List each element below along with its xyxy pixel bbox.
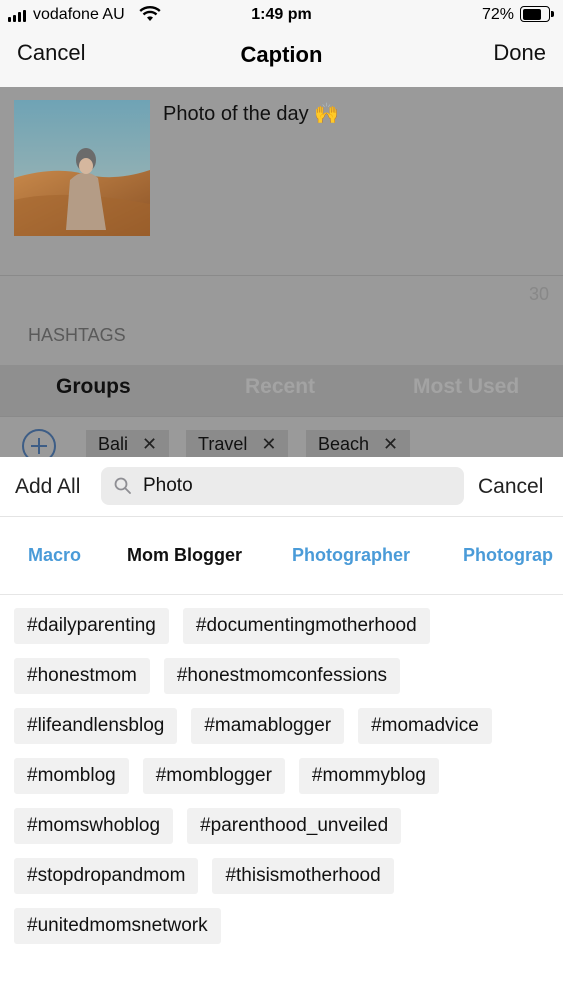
tab-photography[interactable]: Photograp [463,545,553,566]
hashtag-chip[interactable]: #lifeandlensblog [14,708,178,744]
hashtag-chip[interactable]: #momblogger [142,758,285,794]
caption-screen: vodafone AU 1:49 pm 72% Cancel Caption D… [0,0,563,1000]
status-bar: vodafone AU 1:49 pm 72% [0,0,563,30]
hashtag-chip[interactable]: #momadvice [358,708,492,744]
hashtag-chip[interactable]: #honestmomconfessions [163,658,401,694]
search-field[interactable] [101,467,464,505]
hashtag-chip[interactable]: #parenthood_unveiled [187,808,402,844]
tab-mom-blogger[interactable]: Mom Blogger [127,545,242,566]
battery-icon [520,6,554,22]
close-icon[interactable]: ✕ [142,434,157,454]
hashtag-list: #dailyparenting #documentingmotherhood #ho… [14,608,554,958]
character-count: 30 [528,284,549,304]
hashtag-search-bar: Add All Cancel [0,457,563,517]
hashtag-segment-control: Groups Recent Most Used [0,365,563,417]
hashtag-chip[interactable]: #mommyblog [298,758,439,794]
add-all-button[interactable]: Add All [15,475,80,499]
hashtag-chip[interactable]: #mamablogger [191,708,345,744]
tab-photographer[interactable]: Photographer [292,545,410,566]
dimmed-editor: Photo of the day 🙌 30 HASHTAGS Groups Re… [0,87,563,457]
hashtag-row: #unitedmomsnetwork [14,908,554,944]
group-chip-beach[interactable]: Beach ✕ [306,430,411,457]
hashtag-chip[interactable]: #momswhoblog [14,808,174,844]
segment-recent[interactable]: Recent [245,375,315,399]
group-chip-label: Travel [198,434,248,454]
group-chip-travel[interactable]: Travel ✕ [186,430,289,457]
segment-most-used[interactable]: Most Used [413,375,519,399]
hashtag-chip[interactable]: #stopdropandmom [14,858,199,894]
nav-bar: Cancel Caption Done [0,30,563,87]
hashtag-chip[interactable]: #unitedmomsnetwork [14,908,221,944]
add-group-icon[interactable] [22,429,56,457]
group-chip-label: Beach [318,434,370,454]
close-icon[interactable]: ✕ [261,434,276,454]
group-chip-label: Bali [98,434,129,454]
category-tabs: Macro Mom Blogger Photographer Photograp [0,518,563,595]
hashtag-row: #momswhoblog #parenthood_unveiled [14,808,554,844]
search-icon [114,477,131,494]
caption-text[interactable]: Photo of the day 🙌 [163,101,339,126]
cancel-search-button[interactable]: Cancel [478,475,543,499]
hashtag-chip[interactable]: #honestmom [14,658,150,694]
hashtag-chip[interactable]: #thisismotherhood [212,858,394,894]
hashtag-groups-row: Bali ✕ Travel ✕ Beach ✕ [0,417,563,457]
hashtag-row: #lifeandlensblog #mamablogger #momadvice [14,708,554,744]
hashtags-label: HASHTAGS [28,325,126,345]
cancel-button[interactable]: Cancel [17,40,85,66]
hashtag-chip[interactable]: #momblog [14,758,129,794]
done-button[interactable]: Done [493,40,546,66]
hashtag-row: #stopdropandmom #thisismotherhood [14,858,554,894]
hashtag-chip[interactable]: #dailyparenting [14,608,169,644]
status-time: 1:49 pm [251,6,312,23]
hashtag-chip[interactable]: #documentingmotherhood [182,608,430,644]
segment-groups[interactable]: Groups [56,375,131,399]
battery-percent: 72% [482,6,515,23]
tab-macro[interactable]: Macro [28,545,81,566]
post-thumbnail[interactable] [14,100,150,236]
close-icon[interactable]: ✕ [383,434,398,454]
hashtag-row: #momblog #momblogger #mommyblog [14,758,554,794]
hashtag-row: #honestmom #honestmomconfessions [14,658,554,694]
group-chip-bali[interactable]: Bali ✕ [86,430,170,457]
search-input[interactable] [143,473,453,499]
hashtag-row: #dailyparenting #documentingmotherhood [14,608,554,644]
